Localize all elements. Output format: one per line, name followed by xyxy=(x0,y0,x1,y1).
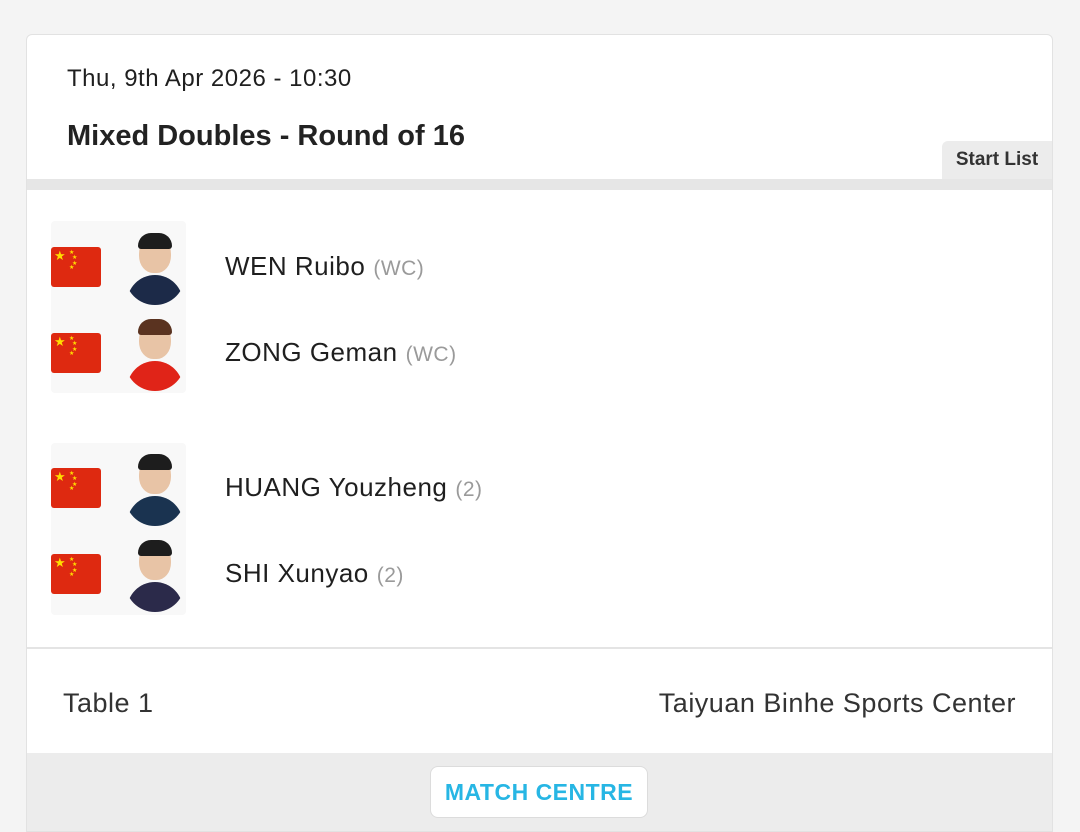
player-name[interactable]: ZONG Geman xyxy=(225,337,398,367)
player-name[interactable]: HUANG Youzheng xyxy=(225,472,447,502)
player-name[interactable]: SHI Xunyao xyxy=(225,558,369,588)
player-photo-avatar xyxy=(125,540,185,612)
player-seed: (WC) xyxy=(373,257,425,280)
china-flag-icon: ★ ★ ★ ★ ★ xyxy=(51,333,101,373)
match-centre-button[interactable]: MATCH CENTRE xyxy=(430,766,648,818)
player-photo-avatar xyxy=(125,233,185,305)
player-name[interactable]: WEN Ruibo xyxy=(225,251,365,281)
china-flag-icon: ★ ★ ★ ★ ★ xyxy=(51,247,101,287)
player-name-line[interactable]: WEN Ruibo (WC) xyxy=(225,251,424,282)
player-seed: (WC) xyxy=(405,343,457,366)
player-name-line[interactable]: HUANG Youzheng (2) xyxy=(225,472,483,503)
match-datetime: Thu, 9th Apr 2026 - 10:30 xyxy=(67,65,352,92)
player-photo-avatar xyxy=(125,319,185,391)
match-card: Thu, 9th Apr 2026 - 10:30 Mixed Doubles … xyxy=(26,34,1053,832)
player-seed: (2) xyxy=(376,564,404,587)
player-row: ★ ★ ★ ★ ★ SHI Xunyao (2) xyxy=(51,530,751,616)
player-row: ★ ★ ★ ★ ★ WEN Ruibo (WC) xyxy=(51,223,751,309)
venue-label: Taiyuan Binhe Sports Center xyxy=(658,688,1016,718)
player-name-line[interactable]: SHI Xunyao (2) xyxy=(225,558,404,589)
match-header: Thu, 9th Apr 2026 - 10:30 Mixed Doubles … xyxy=(27,35,1052,179)
player-row: ★ ★ ★ ★ ★ HUANG Youzheng (2) xyxy=(51,444,751,530)
footer-divider xyxy=(27,647,1052,649)
player-row: ★ ★ ★ ★ ★ ZONG Geman (WC) xyxy=(51,309,751,395)
player-seed: (2) xyxy=(455,478,483,501)
table-label: Table 1 xyxy=(63,688,154,718)
china-flag-icon: ★ ★ ★ ★ ★ xyxy=(51,554,101,594)
header-divider xyxy=(27,179,1052,190)
china-flag-icon: ★ ★ ★ ★ ★ xyxy=(51,468,101,508)
start-list-tab[interactable]: Start List xyxy=(942,141,1052,179)
player-photo-avatar xyxy=(125,454,185,526)
match-title: Mixed Doubles - Round of 16 xyxy=(67,120,465,152)
player-name-line[interactable]: ZONG Geman (WC) xyxy=(225,337,457,368)
